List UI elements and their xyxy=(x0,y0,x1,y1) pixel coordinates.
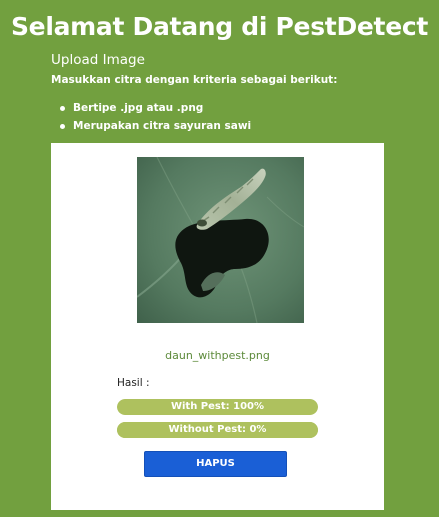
criteria-item-text: Bertipe .jpg atau .png xyxy=(73,102,204,114)
page-title: Selamat Datang di PestDetect xyxy=(10,12,429,41)
criteria-item: Merupakan citra sayuran sawi xyxy=(51,117,251,135)
criteria-intro: Masukkan citra dengan kriteria sebagai b… xyxy=(51,74,338,86)
result-card: daun_withpest.png Hasil : With Pest: 100… xyxy=(51,143,384,510)
upload-heading: Upload Image xyxy=(51,52,145,68)
delete-button[interactable]: HAPUS xyxy=(144,451,287,477)
bullet-icon xyxy=(60,106,65,111)
criteria-item: Bertipe .jpg atau .png xyxy=(51,99,251,117)
uploaded-image-preview xyxy=(137,157,304,323)
criteria-item-text: Merupakan citra sayuran sawi xyxy=(73,120,252,132)
result-label: Hasil : xyxy=(117,377,150,389)
uploaded-filename: daun_withpest.png xyxy=(165,349,270,362)
bullet-icon xyxy=(60,124,65,129)
leaf-caterpillar-image xyxy=(137,157,304,323)
without-pest-progress-label: Without Pest: 0% xyxy=(168,424,267,435)
with-pest-progress-label: With Pest: 100% xyxy=(170,401,265,412)
without-pest-progress: Without Pest: 0% xyxy=(117,422,318,438)
with-pest-progress: With Pest: 100% xyxy=(117,399,318,415)
criteria-list: Bertipe .jpg atau .png Merupakan citra s… xyxy=(51,99,251,135)
